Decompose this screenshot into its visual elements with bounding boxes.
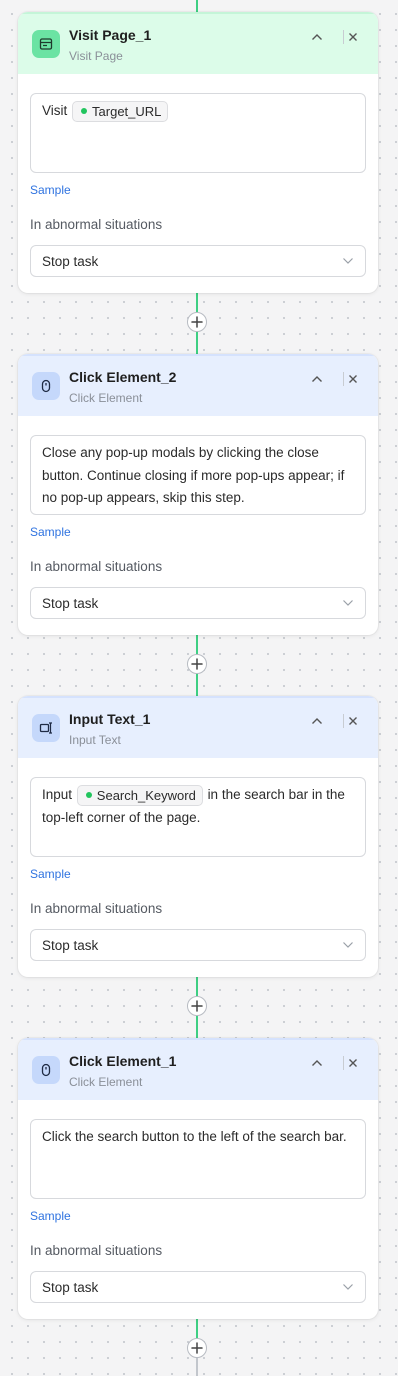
close-icon — [349, 33, 357, 41]
connector-line — [196, 1358, 198, 1376]
add-step-button[interactable] — [187, 996, 207, 1016]
prompt-input[interactable]: Input Search_Keyword in the search bar i… — [30, 777, 366, 857]
prompt-text: Input — [42, 787, 73, 802]
add-step-button[interactable] — [187, 1338, 207, 1358]
chevron-up-icon — [312, 376, 322, 382]
select-value: Stop task — [42, 937, 99, 953]
node-header[interactable]: Click Element_2 Click Element — [18, 354, 378, 416]
abnormal-action-select[interactable]: Stop task — [30, 587, 366, 619]
node-title: Click Element_2 — [69, 369, 177, 385]
node-title: Input Text_1 — [69, 711, 151, 727]
node-card-visit-page[interactable]: Visit Page_1 Visit Page Visit Target_URL… — [18, 12, 378, 293]
collapse-button[interactable] — [308, 1054, 326, 1072]
node-title: Visit Page_1 — [69, 27, 152, 43]
add-step-button[interactable] — [187, 654, 207, 674]
prompt-input[interactable]: Click the search button to the left of t… — [30, 1119, 366, 1199]
connector-line — [196, 1318, 198, 1338]
abnormal-situations-label: In abnormal situations — [30, 1243, 163, 1258]
close-button[interactable] — [344, 28, 362, 46]
close-icon — [349, 717, 357, 725]
abnormal-action-select[interactable]: Stop task — [30, 245, 366, 277]
add-step-button[interactable] — [187, 312, 207, 332]
node-type-label: Input Text — [69, 733, 121, 747]
close-button[interactable] — [344, 712, 362, 730]
node-card-click-element[interactable]: Click Element_2 Click Element Close any … — [18, 354, 378, 635]
node-card-click-element[interactable]: Click Element_1 Click Element Click the … — [18, 1038, 378, 1319]
node-type-label: Click Element — [69, 391, 143, 405]
abnormal-situations-label: In abnormal situations — [30, 217, 163, 232]
abnormal-situations-label: In abnormal situations — [30, 559, 163, 574]
abnormal-situations-label: In abnormal situations — [30, 901, 163, 916]
variable-name: Search_Keyword — [96, 787, 196, 803]
variable-chip[interactable]: Search_Keyword — [76, 784, 203, 806]
sample-link[interactable]: Sample — [30, 183, 71, 197]
prompt-input[interactable]: Visit Target_URL — [30, 93, 366, 173]
select-value: Stop task — [42, 253, 99, 269]
plus-icon — [191, 316, 203, 328]
node-card-input-text[interactable]: Input Text_1 Input Text Input Search_Key… — [18, 696, 378, 977]
node-header[interactable]: Click Element_1 Click Element — [18, 1038, 378, 1100]
sample-link[interactable]: Sample — [30, 1209, 71, 1223]
connector-line — [196, 292, 198, 312]
connector-line — [196, 1016, 198, 1038]
close-button[interactable] — [344, 1054, 362, 1072]
node-type-label: Click Element — [69, 1075, 143, 1089]
variable-dot-icon — [81, 108, 88, 114]
collapse-button[interactable] — [308, 712, 326, 730]
connector-line — [196, 674, 198, 696]
plus-icon — [191, 658, 203, 670]
connector-line — [196, 634, 198, 654]
connector-line — [196, 332, 198, 354]
close-icon — [349, 375, 357, 383]
select-value: Stop task — [42, 595, 99, 611]
abnormal-action-select[interactable]: Stop task — [30, 1271, 366, 1303]
chevron-up-icon — [312, 718, 322, 724]
mouse-icon — [32, 372, 60, 400]
browser-window-icon — [32, 30, 60, 58]
plus-icon — [191, 1000, 203, 1012]
chevron-down-icon — [343, 600, 353, 606]
node-header[interactable]: Input Text_1 Input Text — [18, 696, 378, 758]
mouse-icon — [32, 1056, 60, 1084]
chevron-down-icon — [343, 942, 353, 948]
plus-icon — [191, 1342, 203, 1354]
collapse-button[interactable] — [308, 370, 326, 388]
chevron-up-icon — [312, 34, 322, 40]
prompt-text: Visit — [42, 103, 68, 118]
text-cursor-icon — [32, 714, 60, 742]
variable-chip[interactable]: Target_URL — [72, 100, 169, 122]
variable-name: Target_URL — [92, 103, 162, 119]
close-icon — [349, 1059, 357, 1067]
prompt-text: Click the search button to the left of t… — [42, 1129, 347, 1144]
chevron-up-icon — [312, 1060, 322, 1066]
sample-link[interactable]: Sample — [30, 867, 71, 881]
prompt-text: Close any pop-up modals by clicking the … — [42, 445, 345, 505]
chevron-down-icon — [343, 1284, 353, 1290]
node-title: Click Element_1 — [69, 1053, 177, 1069]
node-type-label: Visit Page — [69, 49, 123, 63]
abnormal-action-select[interactable]: Stop task — [30, 929, 366, 961]
close-button[interactable] — [344, 370, 362, 388]
collapse-button[interactable] — [308, 28, 326, 46]
variable-dot-icon — [85, 792, 92, 798]
chevron-down-icon — [343, 258, 353, 264]
node-header[interactable]: Visit Page_1 Visit Page — [18, 12, 378, 74]
sample-link[interactable]: Sample — [30, 525, 71, 539]
select-value: Stop task — [42, 1279, 99, 1295]
connector-line — [196, 976, 198, 996]
prompt-input[interactable]: Close any pop-up modals by clicking the … — [30, 435, 366, 515]
connector-line — [196, 0, 198, 12]
